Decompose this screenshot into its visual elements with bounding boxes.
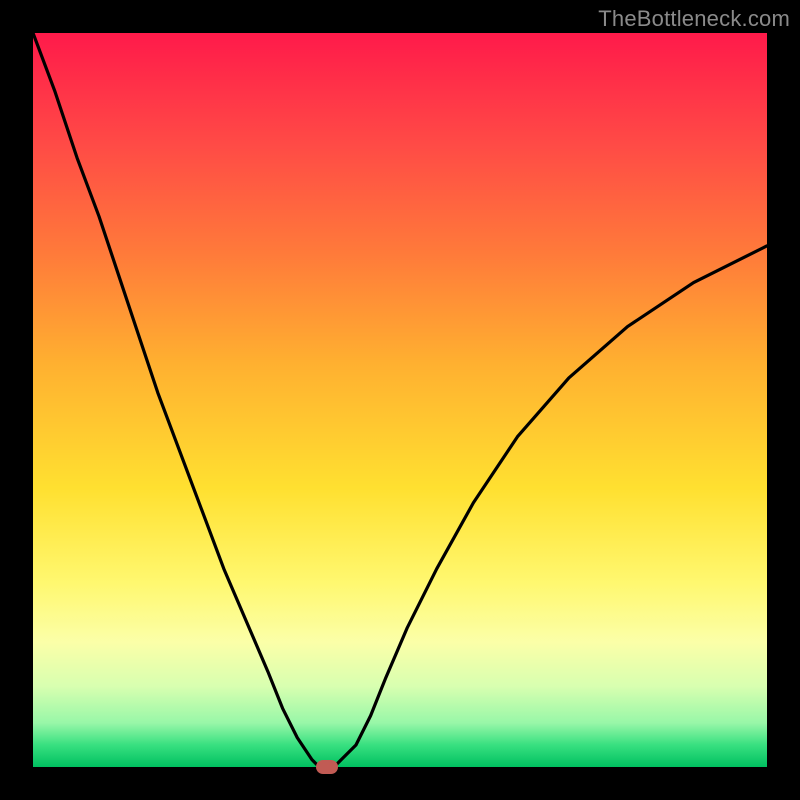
chart-curve-svg (33, 33, 767, 767)
chart-plot-area (33, 33, 767, 767)
chart-marker (316, 760, 338, 774)
watermark-text: TheBottleneck.com (598, 6, 790, 32)
chart-frame: TheBottleneck.com (0, 0, 800, 800)
bottleneck-curve-path (33, 33, 767, 767)
